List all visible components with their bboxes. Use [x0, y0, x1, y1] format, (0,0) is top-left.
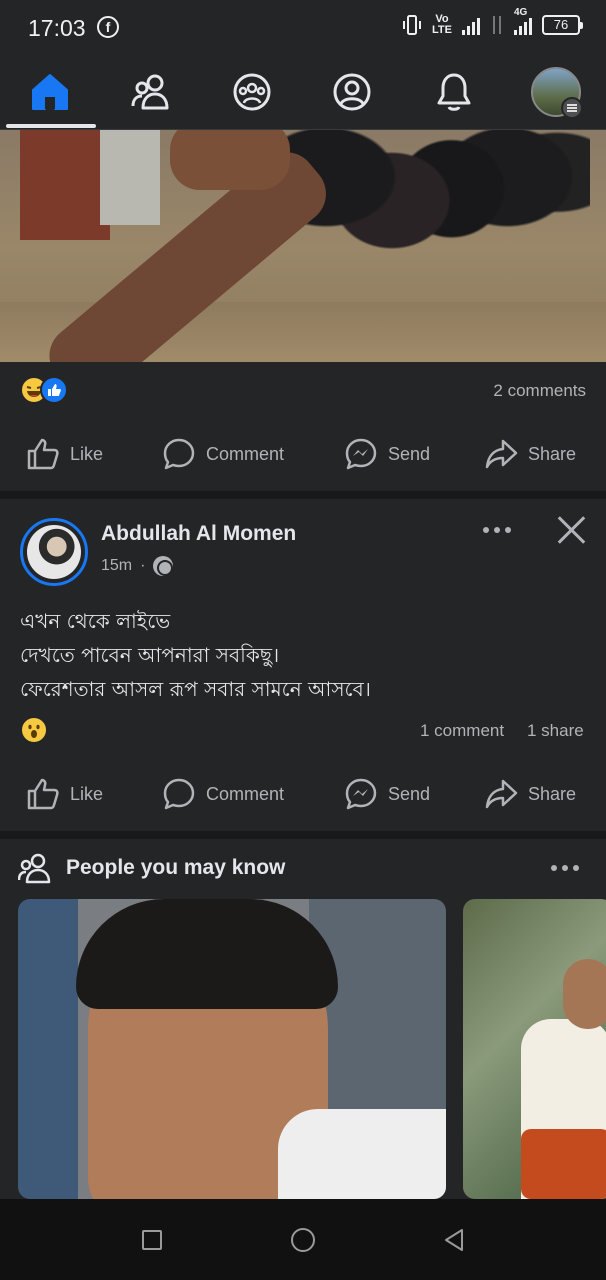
post-text-line: এখন থেকে লাইভে	[20, 609, 171, 633]
send-button[interactable]: Send	[344, 777, 430, 811]
comment-icon	[163, 778, 195, 810]
like-button[interactable]: Like	[26, 437, 103, 471]
volte-label: Vo LTE	[432, 13, 452, 36]
groups-icon	[233, 73, 271, 111]
battery-icon: 76	[542, 15, 583, 35]
post-text-line: ফেরেশতার আসল রূপ সবার সামনে আসবে।	[20, 677, 371, 701]
meta-dot: ·	[140, 557, 146, 574]
more-options-icon[interactable]	[551, 865, 579, 871]
share-button[interactable]: Share	[484, 777, 576, 811]
messenger-icon	[345, 778, 377, 810]
tab-menu[interactable]	[526, 64, 586, 120]
comment-button[interactable]: Comment	[162, 437, 284, 471]
share-label: Share	[528, 443, 577, 464]
signal-1-icon	[462, 15, 480, 35]
people-icon	[18, 853, 51, 884]
friends-icon	[131, 74, 169, 110]
messenger-icon	[345, 438, 377, 470]
send-label: Send	[388, 783, 431, 804]
comment-label: Comment	[206, 783, 285, 804]
pymk-title: People you may know	[66, 856, 286, 879]
send-button[interactable]: Send	[344, 437, 430, 471]
tab-profile[interactable]	[322, 64, 382, 120]
home-icon	[32, 74, 68, 110]
like-button[interactable]: Like	[26, 777, 103, 811]
suggested-person-card[interactable]	[18, 899, 446, 1199]
menu-avatar	[531, 67, 583, 119]
like-label: Like	[70, 443, 104, 464]
home-button[interactable]	[291, 1228, 315, 1252]
share-count[interactable]: 1 share	[527, 721, 584, 741]
post-text-line: দেখতে পাবেন আপনারা সবকিছু।	[20, 643, 280, 667]
send-label: Send	[388, 443, 431, 464]
comment-count[interactable]: 2 comments	[493, 381, 586, 401]
post-1-reactions[interactable]	[20, 376, 68, 404]
wow-reaction-icon	[20, 716, 48, 744]
comment-label: Comment	[206, 443, 285, 464]
recents-button[interactable]	[142, 1230, 162, 1250]
share-icon	[485, 779, 518, 809]
more-options-icon[interactable]	[483, 527, 511, 533]
status-bar: 17:03 f Vo LTE 4G 76	[0, 0, 606, 56]
tab-notifications[interactable]	[424, 64, 484, 120]
tab-friends[interactable]	[122, 64, 182, 120]
feed-separator	[0, 831, 606, 839]
profile-icon	[333, 73, 371, 111]
share-button[interactable]: Share	[484, 437, 576, 471]
vibrate-icon	[403, 15, 422, 35]
comment-count[interactable]: 1 comment	[420, 721, 504, 741]
menu-icon	[561, 97, 583, 119]
post-photo[interactable]	[0, 130, 606, 362]
status-time: 17:03	[28, 15, 86, 41]
top-navigation	[0, 56, 606, 130]
back-button[interactable]	[442, 1228, 466, 1252]
data-arrows-icon	[493, 16, 501, 34]
share-icon	[485, 439, 518, 469]
close-icon[interactable]	[556, 514, 588, 546]
feed-separator	[0, 491, 606, 499]
share-label: Share	[528, 783, 577, 804]
tab-groups[interactable]	[222, 64, 282, 120]
post-2-actions: Like Comment Send Share	[0, 764, 606, 824]
like-reaction-icon	[40, 376, 68, 404]
author-avatar[interactable]	[20, 518, 88, 586]
author-name[interactable]: Abdullah Al Momen	[101, 522, 296, 546]
status-icons: Vo LTE 4G 76	[402, 7, 583, 36]
post-time[interactable]: 15m	[101, 557, 132, 575]
suggested-person-card[interactable]	[463, 899, 606, 1199]
like-icon	[27, 778, 59, 810]
globe-icon	[153, 556, 174, 576]
like-label: Like	[70, 783, 104, 804]
tab-home[interactable]	[20, 64, 80, 120]
post-1-actions: Like Comment Send Share	[0, 424, 606, 484]
network-type-label: 4G	[514, 7, 528, 18]
bell-icon	[437, 73, 471, 111]
active-tab-indicator	[6, 124, 96, 128]
comment-icon	[163, 438, 195, 470]
post-meta: 15m ·	[101, 556, 174, 576]
like-icon	[27, 438, 59, 470]
comment-button[interactable]: Comment	[162, 777, 284, 811]
facebook-notification-icon: f	[97, 16, 119, 38]
system-navigation-bar	[0, 1199, 606, 1280]
signal-2-icon: 4G	[514, 7, 532, 35]
post-text: এখন থেকে লাইভে দেখতে পাবেন আপনারা সবকিছু…	[20, 604, 590, 706]
post-2-reactions[interactable]	[20, 716, 48, 744]
